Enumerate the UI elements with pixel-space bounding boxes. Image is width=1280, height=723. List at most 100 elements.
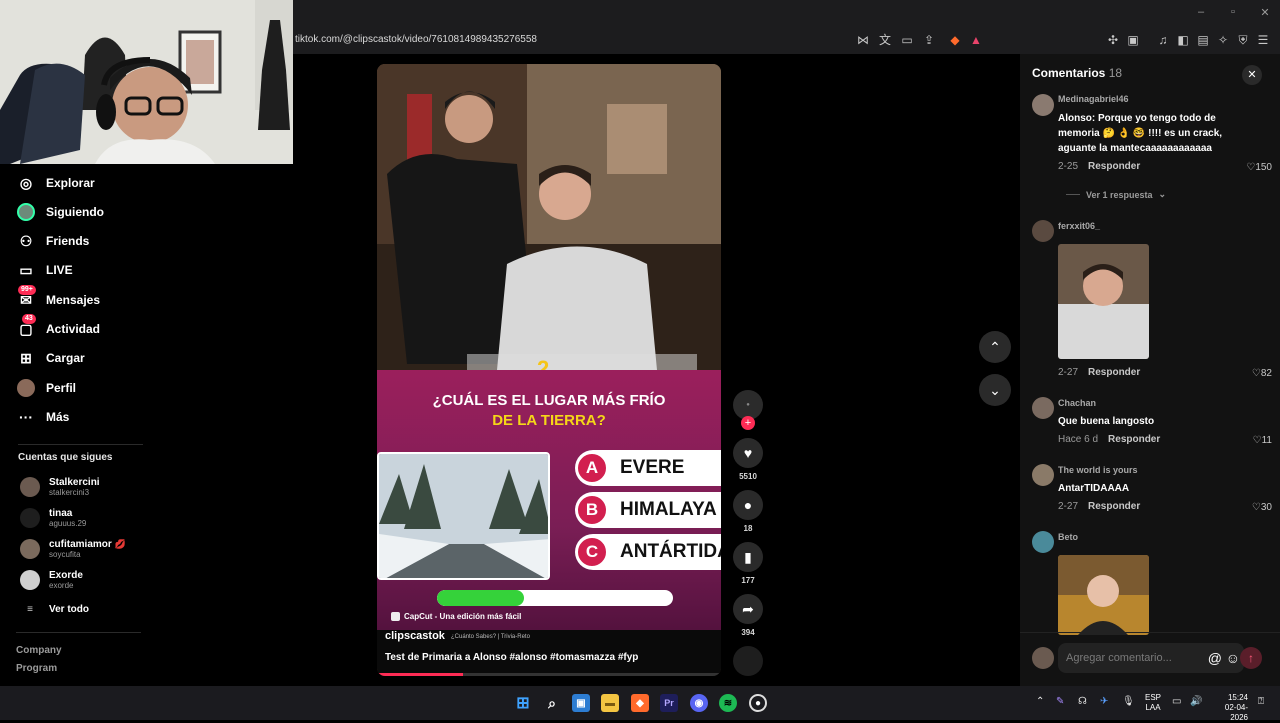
sidebar-item-perfil[interactable]: Perfil	[16, 376, 76, 400]
mention-icon[interactable]: @	[1208, 650, 1222, 666]
sidebar-item-explorar[interactable]: ◎ Explorar	[16, 171, 95, 195]
vpn-icon[interactable]: ⛨	[1235, 32, 1251, 48]
sidebar-item-mensajes[interactable]: ✉ 99+ Mensajes	[16, 285, 101, 312]
send-arrow-icon[interactable]: ↑	[1240, 647, 1262, 669]
network-icon[interactable]: ▭	[1172, 696, 1181, 707]
comment-like[interactable]: ♡11	[1253, 435, 1272, 446]
comment-username[interactable]: Chachan	[1058, 398, 1096, 408]
menu-icon[interactable]: ☰	[1255, 32, 1271, 48]
comment-username[interactable]: ferxxit06_	[1058, 221, 1100, 231]
sidebar-item-label: Mensajes	[46, 293, 101, 307]
sidebar-item-friends[interactable]: ⚇ Friends	[16, 229, 90, 253]
sidebar-item-cargar[interactable]: ⊞ Cargar	[16, 346, 85, 370]
spotify-icon[interactable]: ≋	[719, 694, 737, 712]
ai-icon[interactable]: ✧	[1215, 32, 1231, 48]
premiere-icon[interactable]: Pr	[660, 694, 678, 712]
sidebar-item-mas[interactable]: ··· Más	[16, 405, 69, 429]
sidebar-item-siguiendo[interactable]: Siguiendo	[16, 200, 104, 224]
share-button[interactable]: ➦ 394	[733, 594, 763, 637]
windows-start-icon[interactable]: ⊞	[514, 694, 532, 712]
brave-browser-icon[interactable]: ◆	[631, 694, 649, 712]
following-item[interactable]: Exorde exorde	[20, 569, 83, 591]
address-bar[interactable]: tiktok.com/@clipscastok/video/7610814989…	[293, 30, 1280, 52]
sidebar-item-live[interactable]: ▭ LIVE	[16, 258, 72, 282]
follow-plus-icon[interactable]: +	[741, 416, 755, 430]
close-window-icon[interactable]: ✕	[1255, 6, 1275, 22]
microphone-icon[interactable]: 🎙	[1122, 696, 1135, 707]
comment-like[interactable]: ♡82	[1252, 368, 1272, 379]
clock[interactable]: 15:24 02-04-2026	[1208, 693, 1248, 723]
music-icon[interactable]: ♫	[1155, 32, 1171, 48]
comment-meta: 2-25 Responder	[1058, 161, 1140, 172]
previous-video-button[interactable]: ⌃	[979, 331, 1011, 363]
reader-icon[interactable]: ⋈	[855, 32, 871, 48]
share-icon[interactable]: ⇪	[921, 32, 937, 48]
file-explorer-icon[interactable]: ▬	[601, 694, 619, 712]
maximize-icon[interactable]: ▫	[1223, 6, 1243, 22]
volume-icon[interactable]: 🔊	[1190, 696, 1202, 707]
playback-bar[interactable]	[377, 673, 721, 676]
url-text[interactable]: tiktok.com/@clipscastok/video/7610814989…	[295, 34, 537, 45]
creator-avatar[interactable]: ● +	[733, 390, 763, 430]
brave-shield-icon[interactable]: ◆	[947, 32, 963, 48]
comment-username[interactable]: Beto	[1058, 532, 1078, 542]
avatar[interactable]	[1032, 397, 1054, 419]
language-indicator[interactable]: ESP LAA	[1145, 693, 1161, 713]
translate-icon[interactable]: 文	[877, 32, 893, 48]
tray-chevron-up-icon[interactable]: ⌃	[1036, 696, 1044, 707]
comment-button[interactable]: ● 18	[733, 490, 763, 533]
following-username: soycufita	[49, 550, 81, 559]
view-replies-button[interactable]: Ver 1 respuesta ⌄	[1066, 189, 1166, 200]
avatar[interactable]	[1032, 220, 1054, 242]
divider	[16, 632, 141, 633]
see-all-button[interactable]: ≡ Ver todo	[20, 598, 89, 620]
comment-sticker-image[interactable]	[1058, 555, 1149, 635]
minimize-icon[interactable]: –	[1191, 6, 1211, 22]
screenshot-icon[interactable]: ▣	[1125, 32, 1141, 48]
save-button[interactable]: ▮ 177	[733, 542, 763, 585]
close-icon[interactable]: ✕	[1242, 65, 1262, 85]
following-item[interactable]: tinaa aguuus.29	[20, 507, 86, 529]
emoji-icon[interactable]: ☺	[1226, 650, 1240, 666]
sidebar-item-actividad[interactable]: ▢ 43 Actividad	[16, 314, 100, 341]
photos-icon[interactable]: ▣	[572, 694, 590, 712]
footer-program-link[interactable]: Program	[16, 663, 57, 674]
obs-icon[interactable]: ●	[749, 694, 767, 712]
music-disc[interactable]	[733, 646, 763, 676]
comment-date: 2-25	[1058, 161, 1079, 172]
avatar[interactable]	[1032, 531, 1054, 553]
reply-button[interactable]: Responder	[1088, 501, 1140, 512]
comment-username[interactable]: The world is yours	[1058, 465, 1138, 475]
like-button[interactable]: ♥ 5510	[733, 438, 763, 481]
reply-button[interactable]: Responder	[1088, 367, 1140, 378]
discord-icon[interactable]: ◉	[690, 694, 708, 712]
comment-like[interactable]: ♡30	[1252, 502, 1272, 513]
sidebar-icon[interactable]: ◧	[1175, 32, 1191, 48]
footer-company-link[interactable]: Company	[16, 645, 62, 656]
tray-app-icon[interactable]: ✈	[1100, 696, 1108, 707]
wallet-icon[interactable]: ▤	[1195, 32, 1211, 48]
reply-button[interactable]: Responder	[1108, 434, 1160, 445]
screen-icon[interactable]: ▭	[899, 32, 915, 48]
comment-sticker-image[interactable]	[1058, 244, 1149, 359]
comment-username[interactable]: Medinagabriel46	[1058, 94, 1129, 104]
avatar[interactable]	[1032, 94, 1054, 116]
avatar[interactable]	[1032, 464, 1054, 486]
brave-rewards-icon[interactable]: ▲	[968, 32, 984, 48]
comment-input[interactable]: Agregar comentario... @ ☺	[1058, 643, 1244, 673]
video-author[interactable]: clipscastok	[385, 630, 445, 642]
notification-icon[interactable]: ⍰	[1258, 696, 1264, 707]
quiz-option-a: A EVERE	[575, 450, 721, 486]
following-item[interactable]: Stalkercini stalkercini3	[20, 476, 100, 498]
tray-pen-icon[interactable]: ✎	[1056, 696, 1064, 707]
search-icon[interactable]: ⌕	[543, 694, 561, 712]
headset-icon[interactable]: ☊	[1078, 696, 1087, 707]
reply-button[interactable]: Responder	[1088, 161, 1140, 172]
extensions-icon[interactable]: ✣	[1105, 32, 1121, 48]
option-text: ANTÁRTIDA	[620, 541, 721, 562]
following-item[interactable]: cufitamiamor 💋 soycufita	[20, 538, 126, 560]
language-region: LAA	[1145, 703, 1161, 712]
comment-like[interactable]: ♡150	[1246, 162, 1272, 173]
video-player[interactable]: 2 ¿CUÁL ES EL LUGAR MÁS FRÍO DE LA TIERR…	[377, 64, 721, 676]
next-video-button[interactable]: ⌄	[979, 374, 1011, 406]
